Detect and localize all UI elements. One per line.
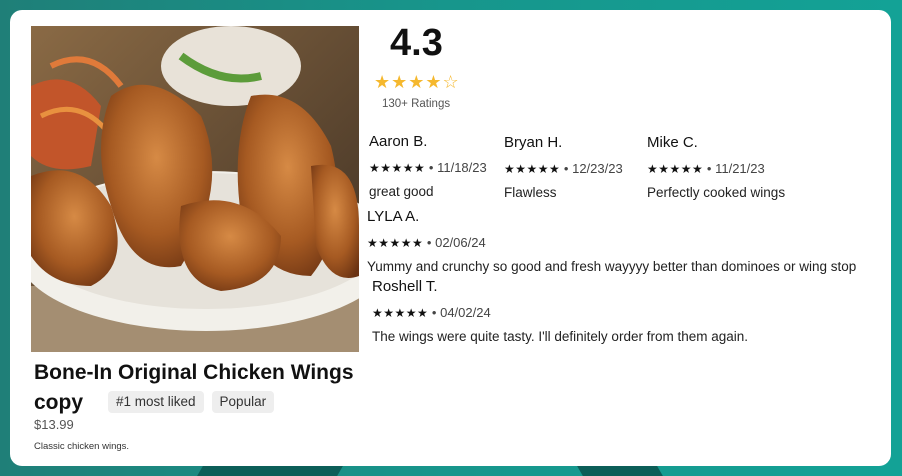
review-text: The wings were quite tasty. I'll definit… <box>372 329 748 344</box>
item-price: $13.99 <box>34 417 74 432</box>
review-item: LYLA A. ★★★★★ • 02/06/24 Yummy and crunc… <box>367 207 856 277</box>
review-date: 11/18/23 <box>437 160 487 175</box>
food-photo <box>31 26 359 352</box>
background-shape <box>197 466 343 476</box>
review-item: Aaron B. ★★★★★ • 11/18/23 great good <box>369 132 487 202</box>
review-text: Yummy and crunchy so good and fresh wayy… <box>367 259 857 274</box>
item-tags: #1 most liked Popular <box>108 391 275 413</box>
rating-count: 130+ Ratings <box>382 98 451 110</box>
review-date: 12/23/23 <box>572 161 623 176</box>
review-date: 02/06/24 <box>435 235 486 250</box>
tag-popular: Popular <box>211 391 275 413</box>
tag-most-liked: #1 most liked <box>108 391 204 413</box>
review-meta: ★★★★★ • 11/21/23 <box>647 159 785 179</box>
background-shape <box>577 466 663 476</box>
review-item: Roshell T. ★★★★★ • 04/02/24 The wings we… <box>372 277 748 347</box>
rating-value: 4.3 <box>390 22 443 64</box>
reviewer-name: Aaron B. <box>369 133 428 150</box>
review-separator: • <box>428 160 438 175</box>
review-stars-icon: ★★★★★ <box>504 162 561 176</box>
review-stars-icon: ★★★★★ <box>369 161 426 175</box>
review-separator: • <box>426 235 436 250</box>
review-separator: • <box>563 161 573 176</box>
reviewer-name: Mike C. <box>647 134 698 151</box>
review-separator: • <box>706 161 716 176</box>
review-item: Bryan H. ★★★★★ • 12/23/23 Flawless <box>504 133 623 203</box>
item-description: Classic chicken wings. <box>34 441 130 452</box>
review-separator: • <box>431 305 441 320</box>
review-date: 04/02/24 <box>440 305 491 320</box>
review-meta: ★★★★★ • 12/23/23 <box>504 159 623 179</box>
item-detail-card: Bone-In Original Chicken Wings copy #1 m… <box>10 10 891 466</box>
review-text: great good <box>369 184 434 199</box>
review-stars-icon: ★★★★★ <box>372 306 429 320</box>
rating-stars-icon: ★★★★☆ <box>374 72 460 92</box>
review-stars-icon: ★★★★★ <box>367 236 424 250</box>
review-text: Flawless <box>504 185 557 200</box>
review-item: Mike C. ★★★★★ • 11/21/23 Perfectly cooke… <box>647 133 785 203</box>
item-title-text: Bone-In Original Chicken Wings <box>34 361 354 384</box>
review-meta: ★★★★★ • 04/02/24 <box>372 303 748 323</box>
review-stars-icon: ★★★★★ <box>647 162 704 176</box>
review-date: 11/21/23 <box>715 161 765 176</box>
review-meta: ★★★★★ • 11/18/23 <box>369 158 487 178</box>
review-meta: ★★★★★ • 02/06/24 <box>367 233 856 253</box>
reviewer-name: Bryan H. <box>504 134 563 151</box>
reviewer-name: Roshell T. <box>372 278 438 295</box>
review-text: Perfectly cooked wings <box>647 185 786 200</box>
reviewer-name: LYLA A. <box>367 208 420 225</box>
